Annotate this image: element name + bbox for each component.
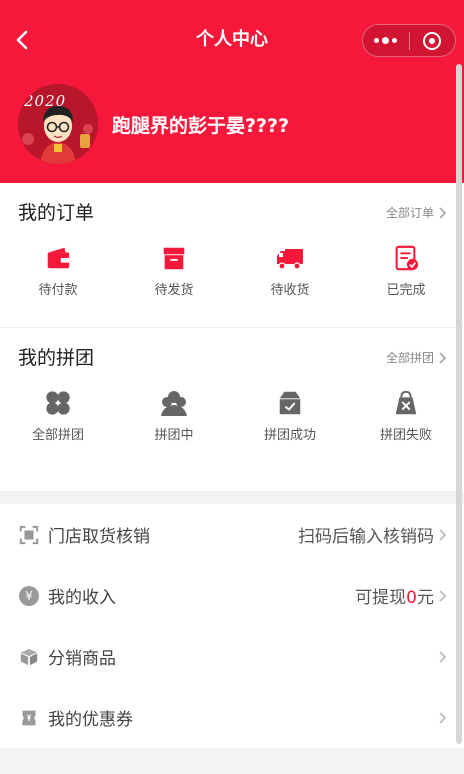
- withdrawable-unit: 元: [417, 588, 434, 608]
- distribution-label: 分销商品: [48, 649, 116, 669]
- orders-title: 我的订单: [18, 202, 95, 224]
- order-status-label: 待收货: [270, 283, 310, 298]
- nav-bar: 个人中心: [0, 0, 464, 80]
- store-pickup-hint-text: 扫码后输入核销码: [298, 527, 434, 547]
- yen-symbol: ¥: [25, 588, 33, 603]
- withdrawable-amount: 0: [406, 588, 417, 608]
- all-orders-link[interactable]: 全部订单: [386, 183, 446, 243]
- chevron-right-icon: [439, 207, 446, 219]
- all-groups-link[interactable]: 全部拼团: [386, 328, 446, 388]
- target-icon: [423, 31, 442, 50]
- avatar-year-text: 2020: [24, 92, 67, 110]
- coupons-row[interactable]: 我的优惠券: [0, 687, 464, 748]
- chevron-right-icon: [439, 528, 446, 541]
- income-label: 我的收入: [48, 588, 116, 608]
- coupons-label: 我的优惠券: [48, 710, 133, 730]
- chevron-right-icon: [439, 711, 446, 724]
- box-check-icon: [279, 391, 301, 415]
- avatar[interactable]: 2020: [18, 84, 98, 164]
- all-groups-label: 全部拼团: [385, 351, 434, 365]
- scan-icon: [19, 525, 39, 544]
- username: 跑腿界的彭于晏????: [112, 114, 290, 137]
- income-balance: 可提现0元: [355, 565, 446, 626]
- store-pickup-hint: 扫码后输入核销码: [298, 504, 446, 565]
- coupons-arrow: [438, 687, 446, 748]
- profile-page: 个人中心 2020 跑腿界的彭于晏???? 我的订单 全部订单 待付款 待发货 …: [0, 0, 464, 774]
- distribution-row[interactable]: 分销商品: [0, 626, 464, 687]
- order-pending-receive[interactable]: 待收货: [232, 243, 348, 327]
- group-status-label: 拼团成功: [263, 428, 316, 443]
- header-banner: 个人中心 2020 跑腿界的彭于晏????: [0, 0, 464, 183]
- ticket-icon: [22, 710, 36, 725]
- close-program-button[interactable]: [410, 25, 456, 56]
- group-status-label: 拼团中: [154, 428, 194, 443]
- wallet-icon: [47, 247, 70, 269]
- chevron-right-icon: [439, 352, 446, 364]
- order-pending-ship[interactable]: 待发货: [116, 243, 232, 327]
- yen-icon: ¥: [19, 585, 39, 606]
- withdrawable-label: 可提现: [355, 588, 407, 608]
- order-pending-payment[interactable]: 待付款: [0, 243, 116, 327]
- group-status-label: 拼团失败: [379, 428, 432, 443]
- order-status-label: 已完成: [386, 283, 426, 298]
- mini-program-capsule: [362, 24, 456, 57]
- more-dots-icon: [374, 37, 398, 44]
- group-failed[interactable]: 拼团失败: [348, 388, 464, 472]
- income-row[interactable]: ¥ 我的收入 可提现0元: [0, 565, 464, 626]
- store-pickup-label: 门店取货核销: [48, 527, 150, 547]
- orders-card: 我的订单 全部订单 待付款 待发货 待收货 已完成 我的拼团 全部拼团 全部拼团…: [0, 183, 464, 491]
- group-success[interactable]: 拼团成功: [232, 388, 348, 472]
- order-completed[interactable]: 已完成: [348, 243, 464, 327]
- group-status-label: 全部拼团: [31, 428, 84, 443]
- more-button[interactable]: [363, 25, 409, 56]
- clipboard-check-icon: [395, 245, 419, 271]
- order-status-label: 待付款: [38, 283, 78, 298]
- people-icon: [161, 391, 187, 416]
- chevron-right-icon: [439, 650, 446, 663]
- bag-x-icon: [395, 390, 417, 415]
- store-pickup-row[interactable]: 门店取货核销 扫码后输入核销码: [0, 504, 464, 565]
- order-status-row: 待付款 待发货 待收货 已完成: [0, 243, 464, 327]
- clover-icon: [46, 391, 70, 415]
- group-ongoing[interactable]: 拼团中: [116, 388, 232, 472]
- distribution-arrow: [438, 626, 446, 687]
- group-status-row: 全部拼团 拼团中 拼团成功 拼团失败: [0, 388, 464, 472]
- groups-title: 我的拼团: [18, 347, 95, 369]
- cube-icon: [20, 648, 38, 665]
- all-orders-label: 全部订单: [385, 206, 434, 220]
- profile-info: 2020 跑腿界的彭于晏????: [18, 84, 289, 164]
- group-all[interactable]: 全部拼团: [0, 388, 116, 472]
- truck-icon: [277, 249, 303, 270]
- orders-header: 我的订单 全部订单: [0, 183, 464, 243]
- order-status-label: 待发货: [154, 283, 194, 298]
- box-icon: [163, 247, 185, 270]
- groups-header: 我的拼团 全部拼团: [0, 328, 464, 388]
- scrollbar[interactable]: [456, 64, 462, 744]
- menu-card: 门店取货核销 扫码后输入核销码 ¥ 我的收入 可提现0元 分销商品 我的优惠券: [0, 504, 464, 748]
- chevron-right-icon: [439, 589, 446, 602]
